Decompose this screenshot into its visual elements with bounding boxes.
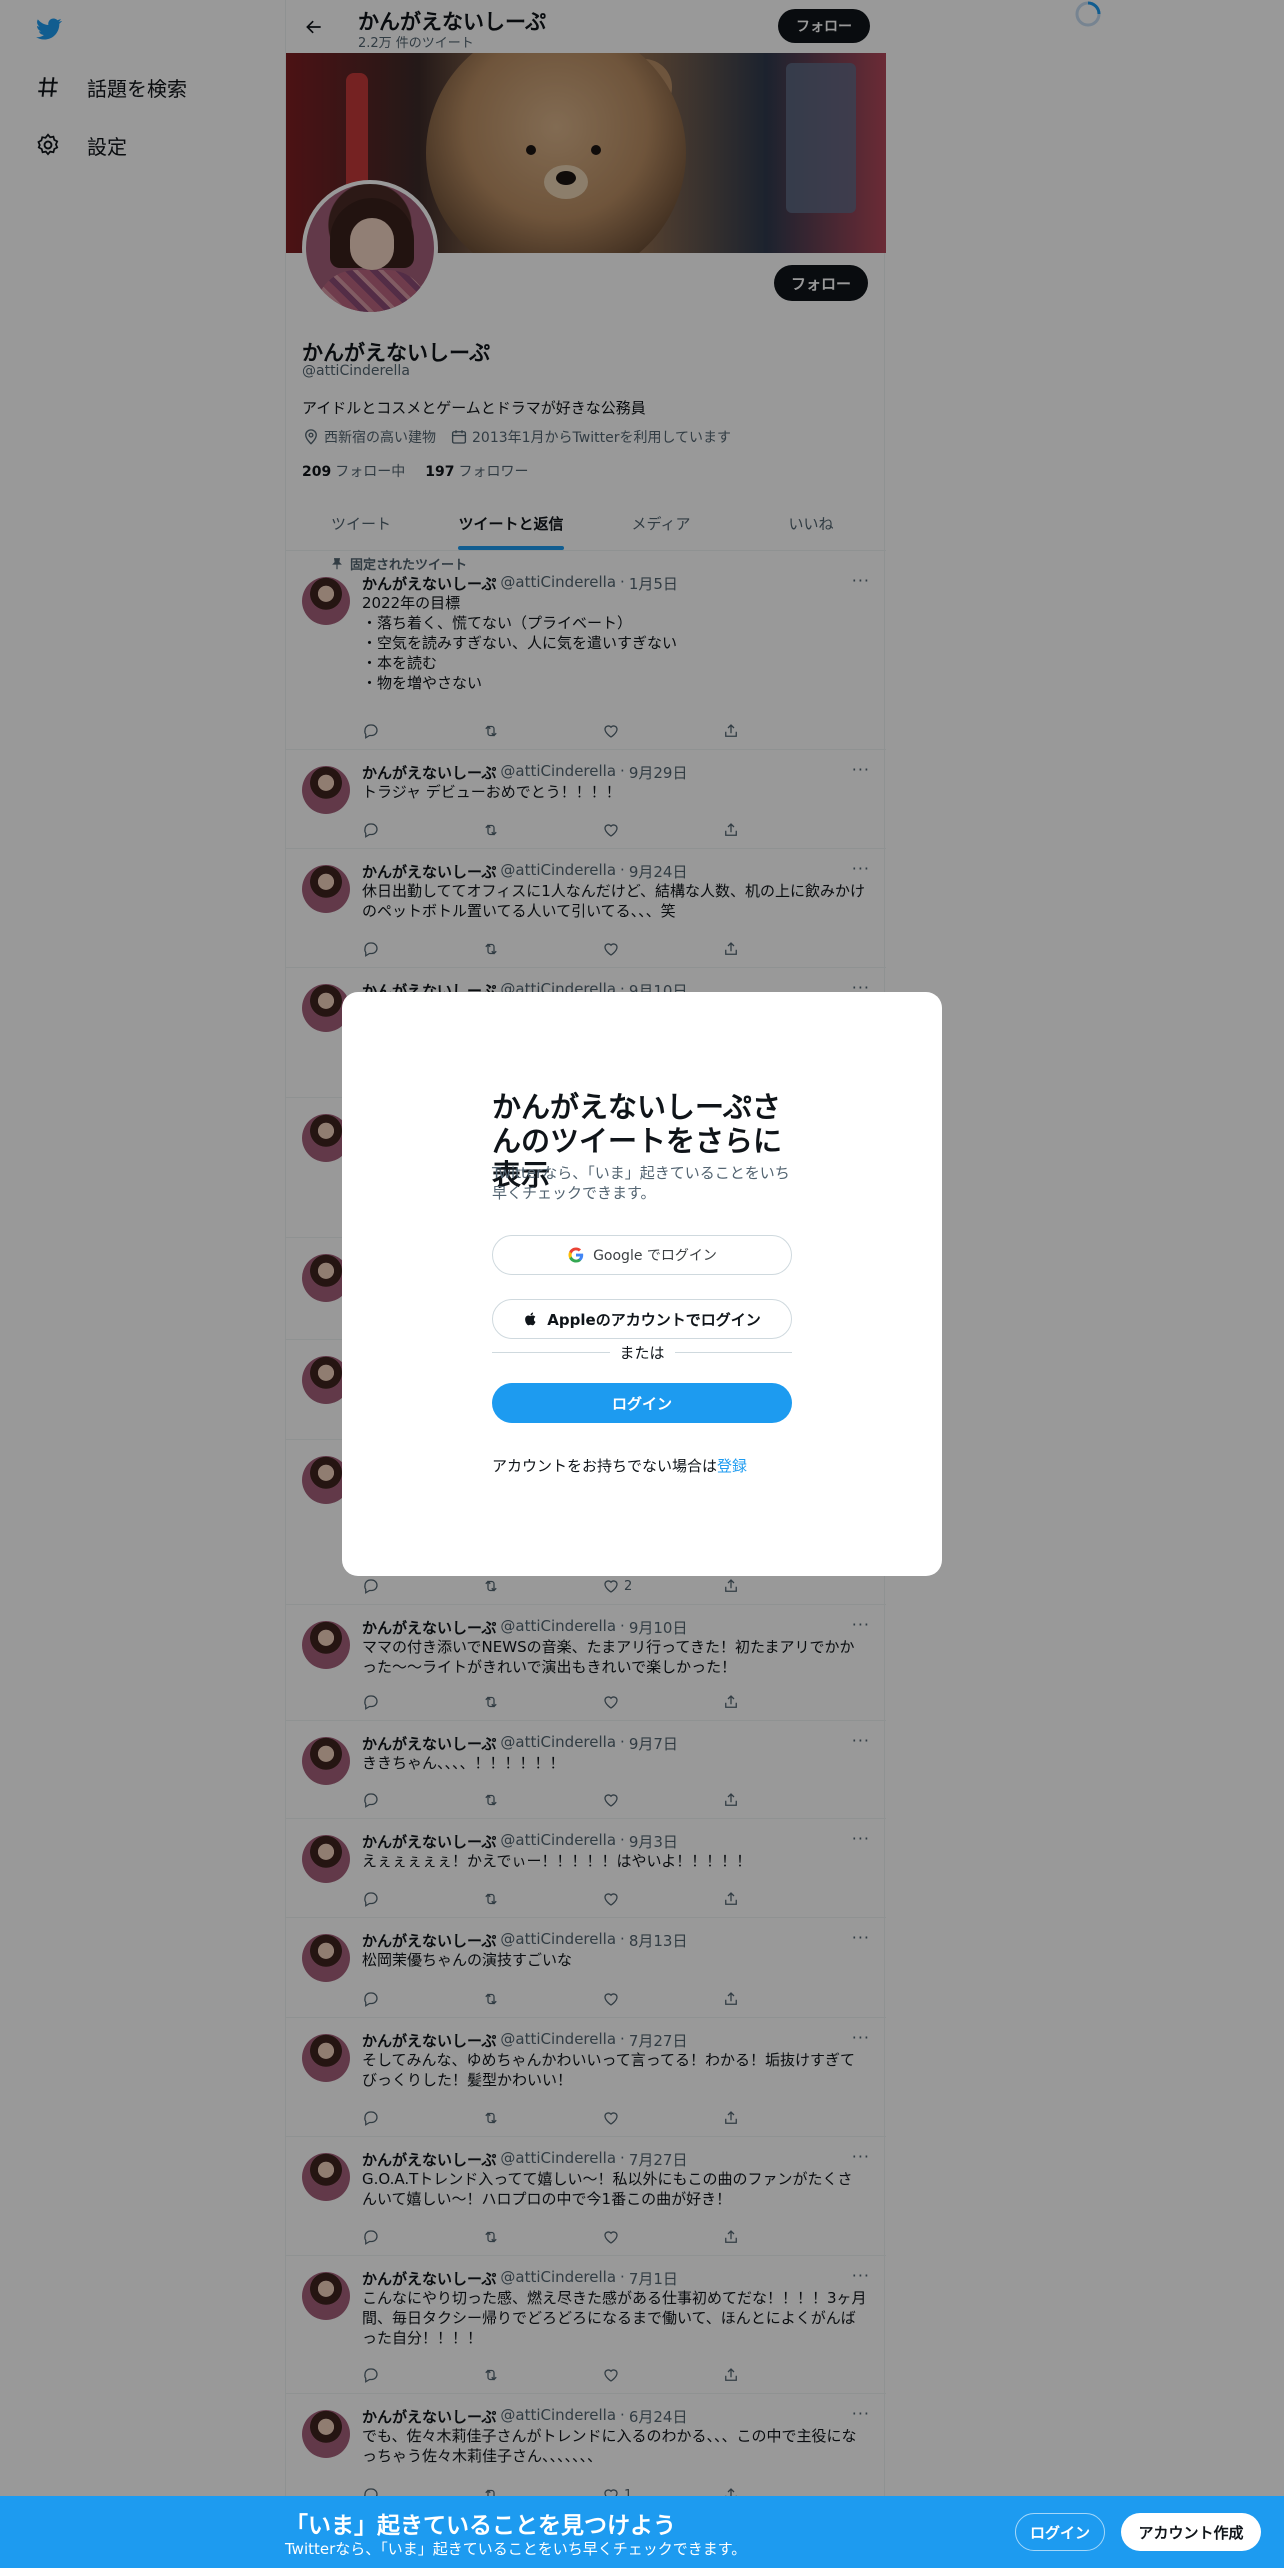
apple-login-label: Appleのアカウントでログイン: [547, 1310, 761, 1329]
apple-login-button[interactable]: Appleのアカウントでログイン: [492, 1299, 792, 1339]
google-login-button[interactable]: Google でログイン: [492, 1235, 792, 1275]
signup-prompt: アカウントをお持ちでない場合は登録: [492, 1457, 748, 1475]
bottom-bar-subtitle: Twitterなら、「いま」起きていることをいち早くチェックできます。: [285, 2540, 747, 2558]
bottom-signup-button[interactable]: アカウント作成: [1121, 2513, 1261, 2551]
bottom-bar-title: 「いま」起きていることを見つけよう: [285, 2513, 676, 2539]
apple-logo-icon: [525, 1312, 536, 1326]
modal-login-button[interactable]: ログイン: [492, 1383, 792, 1423]
login-modal: かんがえないしーぷさんのツイートをさらに表示 Twitterなら、「いま」起きて…: [342, 992, 942, 1576]
modal-subtitle: Twitterなら、「いま」起きていることをいち早くチェックできます。: [492, 1164, 790, 1202]
signup-bottom-bar: 「いま」起きていることを見つけよう Twitterなら、「いま」起きていることを…: [0, 2496, 1284, 2568]
google-g-icon: [568, 1247, 584, 1263]
google-login-label: Google でログイン: [593, 1248, 717, 1264]
bottom-login-button[interactable]: ログイン: [1015, 2513, 1105, 2551]
or-divider: または: [492, 1342, 793, 1362]
signup-link[interactable]: 登録: [717, 1457, 747, 1475]
